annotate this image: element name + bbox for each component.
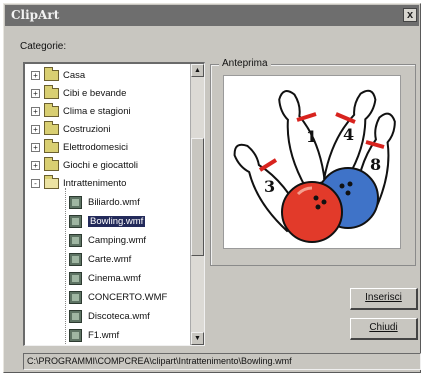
pin-number-3: 3: [264, 177, 275, 196]
tree-file[interactable]: Carte.wmf: [69, 250, 131, 268]
tree-folder-label: Costruzioni: [63, 123, 111, 135]
tree-folder-label: Elettrodomesici: [63, 141, 128, 153]
tree-folder[interactable]: + Clima e stagioni: [31, 102, 131, 120]
clipart-file-icon: [69, 214, 82, 228]
tree-file-label: CONCERTO.WMF: [88, 291, 168, 303]
clipart-file-icon: [69, 233, 82, 247]
expand-icon[interactable]: +: [31, 106, 40, 116]
pin-number-1: 1: [306, 127, 317, 146]
folder-icon: [44, 156, 59, 171]
expand-icon[interactable]: +: [31, 142, 40, 152]
tree-file-label-selected: Bowling.wmf: [88, 215, 146, 227]
title-bar[interactable]: ClipArt x: [5, 5, 419, 26]
tree-file[interactable]: Bowling.wmf: [69, 212, 146, 230]
tree-file[interactable]: Biliardo.wmf: [69, 193, 140, 211]
window-title: ClipArt: [11, 8, 60, 22]
clipart-file-icon: [69, 309, 82, 323]
scroll-down-icon[interactable]: ▼: [191, 332, 204, 345]
folder-icon: [44, 120, 59, 135]
tree-file[interactable]: Fotografia.wmf: [69, 345, 151, 346]
tree-folder[interactable]: - Intrattenimento: [31, 174, 126, 192]
tree-folder[interactable]: + Giochi e giocattoli: [31, 156, 138, 174]
tree-file-label: Carte.wmf: [88, 253, 132, 265]
close-button[interactable]: Chiudi: [350, 318, 418, 340]
open-folder-icon: [44, 174, 59, 189]
expand-icon[interactable]: +: [31, 88, 40, 98]
tree-file-label: Cinema.wmf: [88, 272, 141, 284]
collapse-icon[interactable]: -: [31, 178, 40, 188]
tree-folder[interactable]: + Casa: [31, 66, 85, 84]
folder-icon: [44, 102, 59, 117]
file-path-status: C:\PROGRAMMI\COMPCREA\clipart\Intratteni…: [23, 353, 421, 370]
tree-folder[interactable]: + Costruzioni: [31, 120, 111, 138]
tree-file-label: Discoteca.wmf: [88, 310, 150, 322]
expand-icon[interactable]: +: [31, 70, 40, 80]
tree-folder-label: Casa: [63, 69, 86, 81]
clipart-file-icon: [69, 290, 82, 304]
expand-icon[interactable]: +: [31, 160, 40, 170]
tree-folder-label: Intrattenimento: [63, 177, 127, 189]
category-tree[interactable]: ▲ ▼ + Casa + Cibi e bevande + Clima e stagion…: [23, 62, 205, 346]
preview-image: 1 4 8 3: [223, 75, 401, 249]
clipart-file-icon: [69, 252, 82, 266]
insert-button[interactable]: Inserisci: [350, 288, 418, 310]
clipart-dialog: ClipArt x Categorie: ▲ ▼ + Casa + Cibi e be…: [3, 3, 421, 373]
expand-icon[interactable]: +: [31, 124, 40, 134]
clipart-file-icon: [69, 195, 82, 209]
tree-file-label: Camping.wmf: [88, 234, 147, 246]
tree-connector: [65, 188, 66, 345]
folder-icon: [44, 66, 59, 81]
preview-group: Anteprima 1 4 8 3: [210, 58, 416, 266]
tree-file[interactable]: Cinema.wmf: [69, 269, 141, 287]
tree-file[interactable]: Discoteca.wmf: [69, 307, 150, 325]
tree-file-label: F1.wmf: [88, 329, 120, 341]
tree-folder-label: Cibi e bevande: [63, 87, 127, 99]
tree-scrollbar[interactable]: ▲ ▼: [190, 64, 204, 345]
tree-file[interactable]: F1.wmf: [69, 326, 119, 344]
tree-folder[interactable]: + Cibi e bevande: [31, 84, 126, 102]
close-icon[interactable]: x: [403, 8, 417, 22]
tree-folder[interactable]: + Elettrodomesici: [31, 138, 128, 156]
scroll-up-icon[interactable]: ▲: [191, 64, 204, 77]
tree-file[interactable]: CONCERTO.WMF: [69, 288, 167, 306]
tree-folder-label: Giochi e giocattoli: [63, 159, 138, 171]
pin-number-8: 8: [370, 155, 381, 174]
clipart-file-icon: [69, 328, 82, 342]
categories-label: Categorie:: [20, 41, 67, 52]
tree-file-label: Biliardo.wmf: [88, 196, 140, 208]
scroll-thumb[interactable]: [191, 138, 204, 256]
pin-number-4: 4: [343, 125, 354, 144]
preview-label: Anteprima: [219, 58, 271, 69]
folder-icon: [44, 84, 59, 99]
clipart-file-icon: [69, 271, 82, 285]
tree-folder-label: Clima e stagioni: [63, 105, 131, 117]
tree-file[interactable]: Camping.wmf: [69, 231, 146, 249]
bowling-clipart-icon: 1 4 8 3: [233, 89, 396, 243]
folder-icon: [44, 138, 59, 153]
